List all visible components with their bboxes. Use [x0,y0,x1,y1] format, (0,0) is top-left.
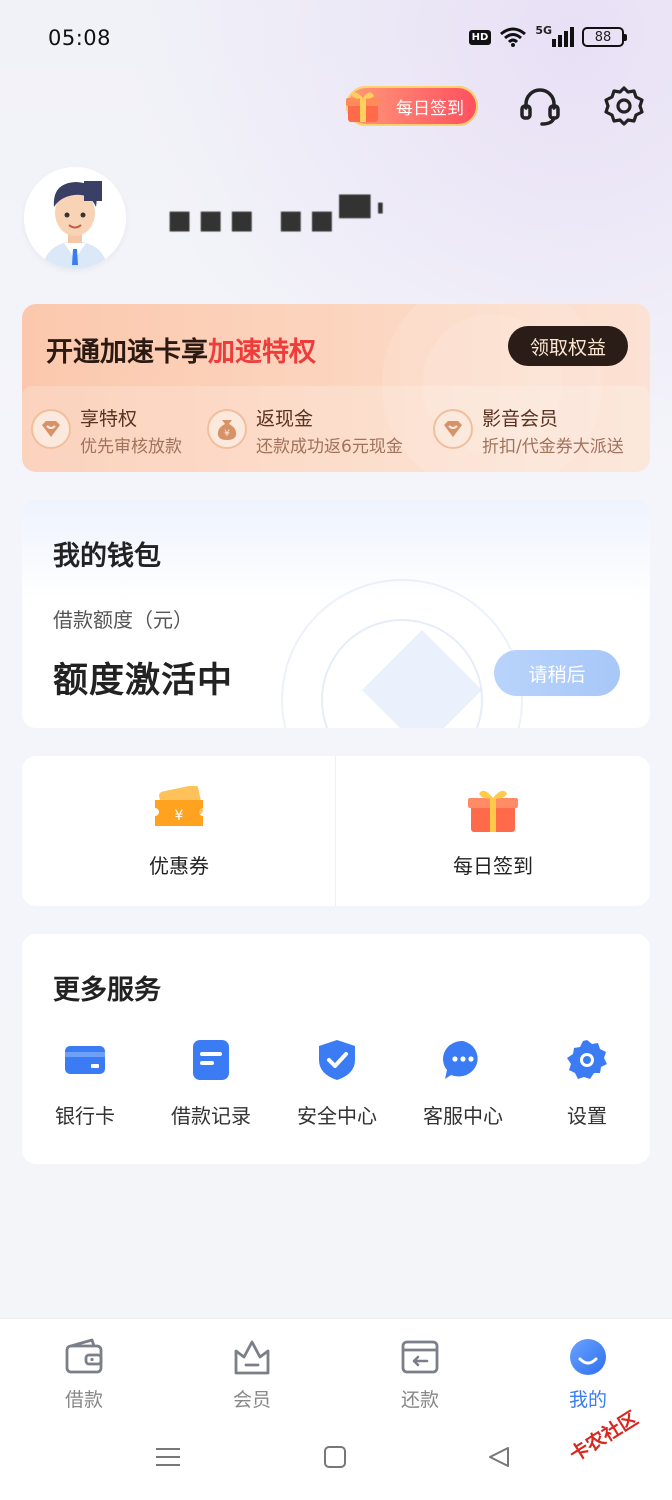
nav-tab-repay[interactable]: 还款 [360,1337,480,1417]
coupon-icon: ¥ [155,786,203,826]
nav-label: 借款 [64,1389,103,1411]
perks-row: 享特权 优先审核放款 ¥ 返现金 还款成功返6元现金 影音会员 折扣/代金券大派… [22,386,650,472]
diamond-heart-icon [31,409,71,449]
menu-icon[interactable] [154,1445,182,1469]
gift-icon [468,790,518,832]
service-label: 银行卡 [55,1104,115,1128]
gear-icon [567,1040,607,1079]
repay-icon [401,1340,439,1374]
perk-subtitle: 优先审核放款 [80,437,182,457]
signal-icon [552,27,574,47]
diamond-heart-icon [433,409,473,449]
wallet-card: 我的钱包 借款额度（元） 额度激活中 请稍后 [22,500,650,728]
service-label: 安全中心 [297,1104,377,1128]
quick-actions-card: ¥ 优惠券 每日签到 [22,756,650,906]
daily-checkin-label: 每日签到 [396,98,464,119]
more-services-card: 更多服务 银行卡 借款记录 安全中心 客服中心 设置 [22,934,650,1164]
please-wait-button[interactable]: 请稍后 [494,650,620,696]
service-label: 借款记录 [171,1104,251,1128]
bank-card-icon [65,1046,105,1074]
services-title: 更多服务 [53,975,161,1006]
nav-label: 会员 [232,1389,271,1411]
limit-value: 额度激活中 [53,661,234,701]
perk-item[interactable]: ¥ 返现金 还款成功返6元现金 [198,386,424,472]
perk-item[interactable]: 影音会员 折扣/代金券大派送 [424,386,650,472]
service-settings[interactable]: 设置 [524,1038,650,1138]
headset-icon[interactable] [518,84,562,128]
nav-tab-membership[interactable]: 会员 [192,1337,312,1417]
shield-check-icon [319,1040,355,1080]
chat-bubble-icon [443,1040,478,1079]
daily-checkin-tile[interactable]: 每日签到 [336,756,650,906]
daily-checkin-tile-label: 每日签到 [453,854,533,878]
service-label: 客服中心 [423,1104,503,1128]
perk-title: 影音会员 [482,408,559,430]
wallet-icon [65,1338,103,1374]
speed-card-title: 开通加速卡享加速特权 [46,330,316,369]
wallet-decoration [281,579,523,728]
avatar-illustration [24,167,126,269]
hd-badge: HD [468,29,492,45]
claim-benefits-button[interactable]: 领取权益 [508,326,628,366]
limit-label: 借款额度（元） [53,608,193,632]
service-security-center[interactable]: 安全中心 [274,1038,400,1138]
service-bank-card[interactable]: 银行卡 [22,1038,148,1138]
home-icon[interactable] [322,1445,348,1469]
coupon-button[interactable]: ¥ 优惠券 [22,756,336,906]
coupon-label: 优惠券 [149,854,209,878]
perk-subtitle: 折扣/代金券大派送 [482,437,624,457]
profile-smile-icon [570,1339,606,1375]
back-icon[interactable] [486,1445,512,1469]
wallet-title: 我的钱包 [53,541,161,572]
status-bar: 05:08 HD 5G 88 [0,0,672,76]
perk-item[interactable]: 享特权 优先审核放款 [22,386,198,472]
service-label: 设置 [567,1104,607,1128]
money-bag-icon: ¥ [207,409,247,449]
service-loan-records[interactable]: 借款记录 [148,1038,274,1138]
bottom-navigation: 借款 会员 还款 我的 [0,1318,672,1500]
nav-label: 还款 [400,1389,439,1411]
settings-gear-icon[interactable] [602,84,646,128]
status-indicators: HD 5G 88 [468,23,627,48]
perk-title: 享特权 [80,408,138,430]
svg-text:¥: ¥ [224,429,230,439]
crown-icon [234,1340,270,1375]
speed-card-title-highlight: 加速特权 [208,337,316,368]
speed-card-title-prefix: 开通加速卡享 [46,337,208,368]
username: ▪▪▪ ▪▪▀' [166,196,391,242]
gift-icon [346,92,380,122]
speed-card-banner[interactable]: 开通加速卡享加速特权 领取权益 享特权 优先审核放款 ¥ 返现金 还款成功返6元… [22,304,650,472]
perk-subtitle: 还款成功返6元现金 [256,437,403,457]
perk-title: 返现金 [256,408,314,430]
nav-tab-loan[interactable]: 借款 [24,1337,144,1417]
wifi-icon [500,27,527,47]
network-type: 5G [535,23,552,37]
status-time: 05:08 [48,26,112,50]
svg-text:¥: ¥ [175,808,184,824]
service-customer-center[interactable]: 客服中心 [400,1038,526,1138]
daily-checkin-button[interactable]: 每日签到 [346,86,478,126]
avatar[interactable] [24,167,126,269]
document-icon [193,1040,229,1080]
battery-indicator: 88 [582,27,627,47]
